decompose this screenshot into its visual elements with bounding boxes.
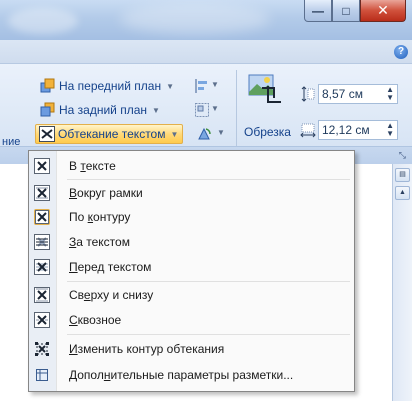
wrap-square-icon [34, 185, 50, 201]
shape-height-input[interactable]: 8,57 см ▲ ▼ [318, 84, 398, 104]
menu-item-through[interactable]: Сквозное [31, 309, 352, 331]
menu-item-more-layout-options[interactable]: Дополнительные параметры разметки... [31, 364, 352, 386]
menu-item-label: Изменить контур обтекания [69, 342, 225, 356]
wrap-inline-icon [34, 158, 50, 174]
menu-item-label: По контуру [69, 210, 131, 224]
menu-item-behind[interactable]: За текстом [31, 231, 352, 253]
bring-forward-button[interactable]: На передний план ▼ [40, 76, 174, 96]
ruler-toggle-icon[interactable]: ▤ [395, 168, 410, 182]
chevron-down-icon: ▼ [166, 81, 175, 91]
chevron-down-icon: ▼ [152, 105, 160, 115]
ribbon-tab-row: ? [0, 40, 412, 64]
vertical-scrollbar[interactable]: ▤ ▲ [392, 164, 412, 401]
shape-width-input[interactable]: 12,12 см ▲ ▼ [318, 120, 398, 140]
spinner-arrows-icon[interactable]: ▲ ▼ [386, 86, 394, 102]
menu-item-front[interactable]: Перед текстом [31, 256, 352, 278]
menu-item-tight[interactable]: По контуру [31, 206, 352, 228]
text-wrap-menu: В тексте Вокруг рамки По контуру За текс… [28, 150, 355, 392]
maximize-icon: □ [342, 3, 350, 18]
menu-item-inline[interactable]: В тексте [31, 155, 352, 177]
chevron-down-icon: ▼ [170, 129, 179, 139]
wrap-front-icon [34, 259, 50, 275]
close-icon: ✕ [377, 2, 389, 18]
group-icon[interactable] [194, 102, 210, 118]
chevron-down-icon: ▼ [211, 80, 219, 89]
minimize-button[interactable]: — [304, 0, 332, 22]
menu-item-label: Вокруг рамки [69, 186, 143, 200]
ruler [0, 164, 30, 204]
wrap-through-icon [34, 312, 50, 328]
rotate-icon[interactable] [196, 126, 212, 142]
scroll-up-icon[interactable]: ▲ [395, 186, 410, 200]
close-button[interactable]: ✕ [360, 0, 406, 22]
send-backward-button[interactable]: На задний план ▼ [40, 100, 160, 120]
help-icon[interactable]: ? [394, 45, 408, 59]
shape-height-value: 8,57 см [322, 87, 363, 101]
wrap-tight-icon [34, 209, 50, 225]
chevron-down-icon: ▼ [217, 128, 225, 137]
menu-item-edit-wrap-points[interactable]: Изменить контур обтекания [31, 338, 352, 360]
menu-item-label: За текстом [69, 235, 130, 249]
minimize-icon: — [312, 3, 324, 18]
edit-wrap-points-icon [34, 341, 50, 357]
wrap-topbottom-icon [34, 287, 50, 303]
shape-width-icon [300, 122, 316, 138]
menu-separator [67, 179, 350, 180]
bring-forward-icon [40, 78, 56, 94]
menu-separator [67, 334, 350, 335]
group-divider [236, 70, 237, 146]
menu-item-label: В тексте [69, 159, 116, 173]
send-backward-icon [40, 102, 56, 118]
menu-item-top-bottom[interactable]: Сверху и снизу [31, 284, 352, 306]
chevron-down-icon: ▼ [211, 104, 219, 113]
menu-item-label: Дополнительные параметры разметки... [69, 368, 294, 382]
text-wrap-button[interactable]: Обтекание текстом ▼ [35, 124, 184, 144]
shape-height-icon [300, 86, 316, 102]
text-wrap-label: Обтекание текстом [58, 127, 166, 141]
crop-label: Обрезка [244, 125, 291, 139]
menu-item-label: Сквозное [69, 313, 122, 327]
crop-icon [248, 74, 281, 103]
menu-item-square[interactable]: Вокруг рамки [31, 182, 352, 204]
window-titlebar: — □ ✕ [0, 0, 412, 40]
layout-options-icon [34, 367, 50, 383]
maximize-button[interactable]: □ [332, 0, 360, 22]
dialog-launcher-icon[interactable]: ⤡ [399, 150, 406, 161]
menu-item-label: Сверху и снизу [69, 288, 154, 302]
spinner-arrows-icon[interactable]: ▲ ▼ [386, 122, 394, 138]
menu-separator [67, 281, 350, 282]
shape-width-value: 12,12 см [322, 123, 370, 137]
titlebar-glow [8, 8, 78, 34]
titlebar-glow [120, 4, 270, 34]
text-wrap-icon [39, 126, 55, 142]
window-controls: — □ ✕ [304, 0, 406, 22]
send-backward-label: На задний план [59, 103, 148, 117]
crop-button[interactable] [248, 72, 282, 106]
wrap-behind-icon [34, 234, 50, 250]
bring-forward-label: На передний план [59, 79, 162, 93]
align-icon[interactable] [194, 78, 210, 94]
menu-item-label: Перед текстом [69, 260, 152, 274]
